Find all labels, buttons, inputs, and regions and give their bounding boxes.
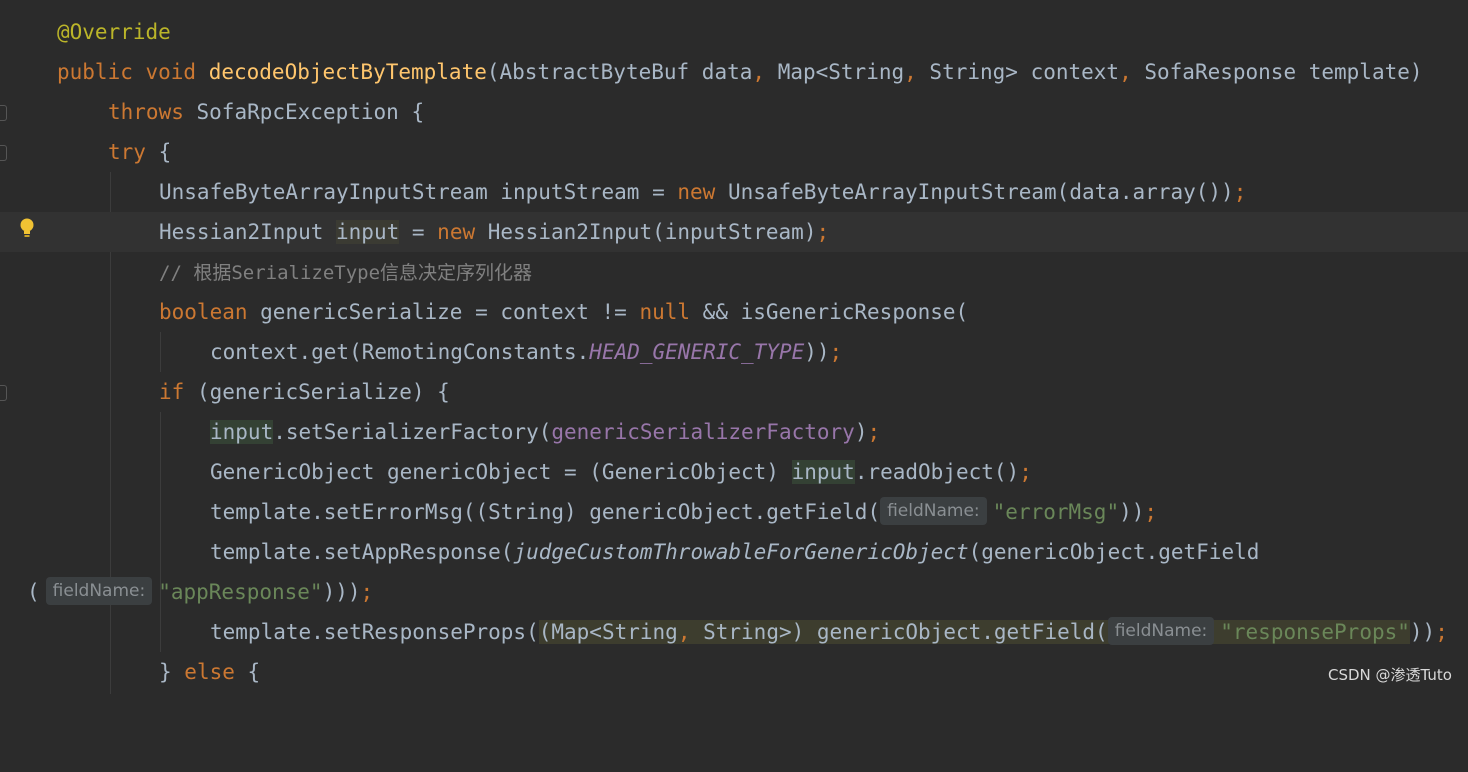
semicolon-token: ; xyxy=(816,220,830,244)
keyword-token: boolean xyxy=(159,300,261,324)
code-text: ))) xyxy=(322,580,361,604)
field-token: genericSerializerFactory xyxy=(551,420,855,444)
code-line-current[interactable]: Hessian2Input input = new Hessian2Input(… xyxy=(0,212,1468,252)
code-text: SofaResponse template) xyxy=(1144,60,1423,84)
constant-token: HEAD_GENERIC_TYPE xyxy=(589,340,805,364)
code-text: )) xyxy=(1119,500,1145,524)
comma-token: , xyxy=(677,620,704,644)
string-token: "errorMsg" xyxy=(992,500,1120,524)
semicolon-token: ; xyxy=(360,580,374,604)
keyword-token: else xyxy=(184,660,248,684)
code-line[interactable]: template.setAppResponse(judgeCustomThrow… xyxy=(0,532,1468,572)
watermark: CSDN @渗透Tuto xyxy=(1328,666,1452,684)
parameter-hint: fieldName: xyxy=(45,577,153,605)
code-text: .readObject() xyxy=(854,460,1020,484)
code-text: } xyxy=(159,660,185,684)
semicolon-token: ; xyxy=(829,340,843,364)
code-text: String>) genericObject.getField( xyxy=(703,620,1108,644)
code-text: context.get(RemotingConstants. xyxy=(210,340,590,364)
code-text: Hessian2Input xyxy=(159,220,337,244)
code-line[interactable]: GenericObject genericObject = (GenericOb… xyxy=(0,452,1468,492)
code-line[interactable]: template.setResponseProps((Map<String, S… xyxy=(0,612,1468,652)
parameter-hint: fieldName: xyxy=(880,497,987,525)
code-line[interactable]: @Override xyxy=(0,12,1468,52)
code-text: (genericSerialize) { xyxy=(196,380,450,404)
code-line[interactable]: boolean genericSerialize = context != nu… xyxy=(0,292,1468,332)
code-text: genericSerialize = context != xyxy=(260,300,640,324)
lightbulb-icon[interactable] xyxy=(19,217,35,239)
code-text: .setSerializerFactory( xyxy=(273,420,552,444)
code-line[interactable]: throws SofaRpcException { xyxy=(0,92,1468,132)
code-text: ( xyxy=(27,580,40,604)
annotation-token: @Override xyxy=(57,20,171,44)
code-text: template.setErrorMsg((String) genericObj… xyxy=(210,500,881,524)
keyword-token: new xyxy=(677,180,728,204)
code-text: template.setResponseProps( xyxy=(210,620,539,644)
string-token: "responseProps" xyxy=(1220,620,1410,644)
semicolon-token: ; xyxy=(1019,460,1032,484)
code-line[interactable]: template.setErrorMsg((String) genericObj… xyxy=(0,492,1468,532)
code-line[interactable]: input.setSerializerFactory(genericSerial… xyxy=(0,412,1468,452)
code-line[interactable]: context.get(RemotingConstants.HEAD_GENER… xyxy=(0,332,1468,372)
keyword-token: throws xyxy=(108,100,197,124)
parameter-hint: fieldName: xyxy=(1107,617,1215,645)
comma-token: , xyxy=(752,60,778,84)
code-text: (AbstractByteBuf data xyxy=(486,60,753,84)
code-text: SofaRpcException { xyxy=(196,100,425,124)
comma-token: , xyxy=(1119,60,1145,84)
keyword-token: try xyxy=(108,140,159,164)
code-text: Map<String xyxy=(777,60,905,84)
code-line[interactable]: UnsafeByteArrayInputStream inputStream =… xyxy=(0,172,1468,212)
code-text: ) xyxy=(854,420,868,444)
code-text: template.setAppResponse( xyxy=(210,540,514,564)
method-name: decodeObjectByTemplate xyxy=(208,60,487,84)
keyword-token: public void xyxy=(57,60,209,84)
code-line[interactable]: public void decodeObjectByTemplate(Abstr… xyxy=(0,52,1468,92)
code-text: { xyxy=(158,140,172,164)
code-text: && isGenericResponse( xyxy=(702,300,969,324)
comma-token: , xyxy=(904,60,930,84)
comment-token: // 根据SerializeType信息决定序列化器 xyxy=(159,262,533,284)
code-text: = xyxy=(399,220,438,244)
code-text: GenericObject genericObject = (GenericOb… xyxy=(210,460,792,484)
code-text: )) xyxy=(1409,620,1436,644)
variable-token: input xyxy=(210,420,274,444)
code-text: UnsafeByteArrayInputStream inputStream = xyxy=(159,180,678,204)
code-text: Hessian2Input(inputStream) xyxy=(487,220,817,244)
variable-token: input xyxy=(336,220,400,244)
code-line[interactable]: (fieldName: "appResponse"))); xyxy=(0,572,1468,612)
semicolon-token: ; xyxy=(1233,180,1247,204)
code-text: String> context xyxy=(929,60,1120,84)
code-line[interactable]: // 根据SerializeType信息决定序列化器 xyxy=(0,252,1468,292)
code-text: (Map<String xyxy=(538,620,678,644)
semicolon-token: ; xyxy=(1435,620,1448,644)
code-text: { xyxy=(247,660,261,684)
semicolon-token: ; xyxy=(867,420,881,444)
code-text: )) xyxy=(804,340,830,364)
semicolon-token: ; xyxy=(1144,500,1158,524)
variable-token: input xyxy=(791,460,855,484)
code-editor[interactable]: @Override public void decodeObjectByTemp… xyxy=(0,0,1468,694)
keyword-token: null xyxy=(639,300,703,324)
keyword-token: if xyxy=(159,380,197,404)
static-method-token: judgeCustomThrowableForGenericObject xyxy=(513,540,969,564)
code-line[interactable]: try { xyxy=(0,132,1468,172)
code-text: (genericObject.getField xyxy=(968,540,1260,564)
code-line[interactable]: if (genericSerialize) { xyxy=(0,372,1468,412)
code-line[interactable]: } else { xyxy=(0,652,1468,692)
code-text: UnsafeByteArrayInputStream(data.array()) xyxy=(727,180,1234,204)
string-token: "appResponse" xyxy=(158,580,323,604)
keyword-token: new xyxy=(437,220,488,244)
